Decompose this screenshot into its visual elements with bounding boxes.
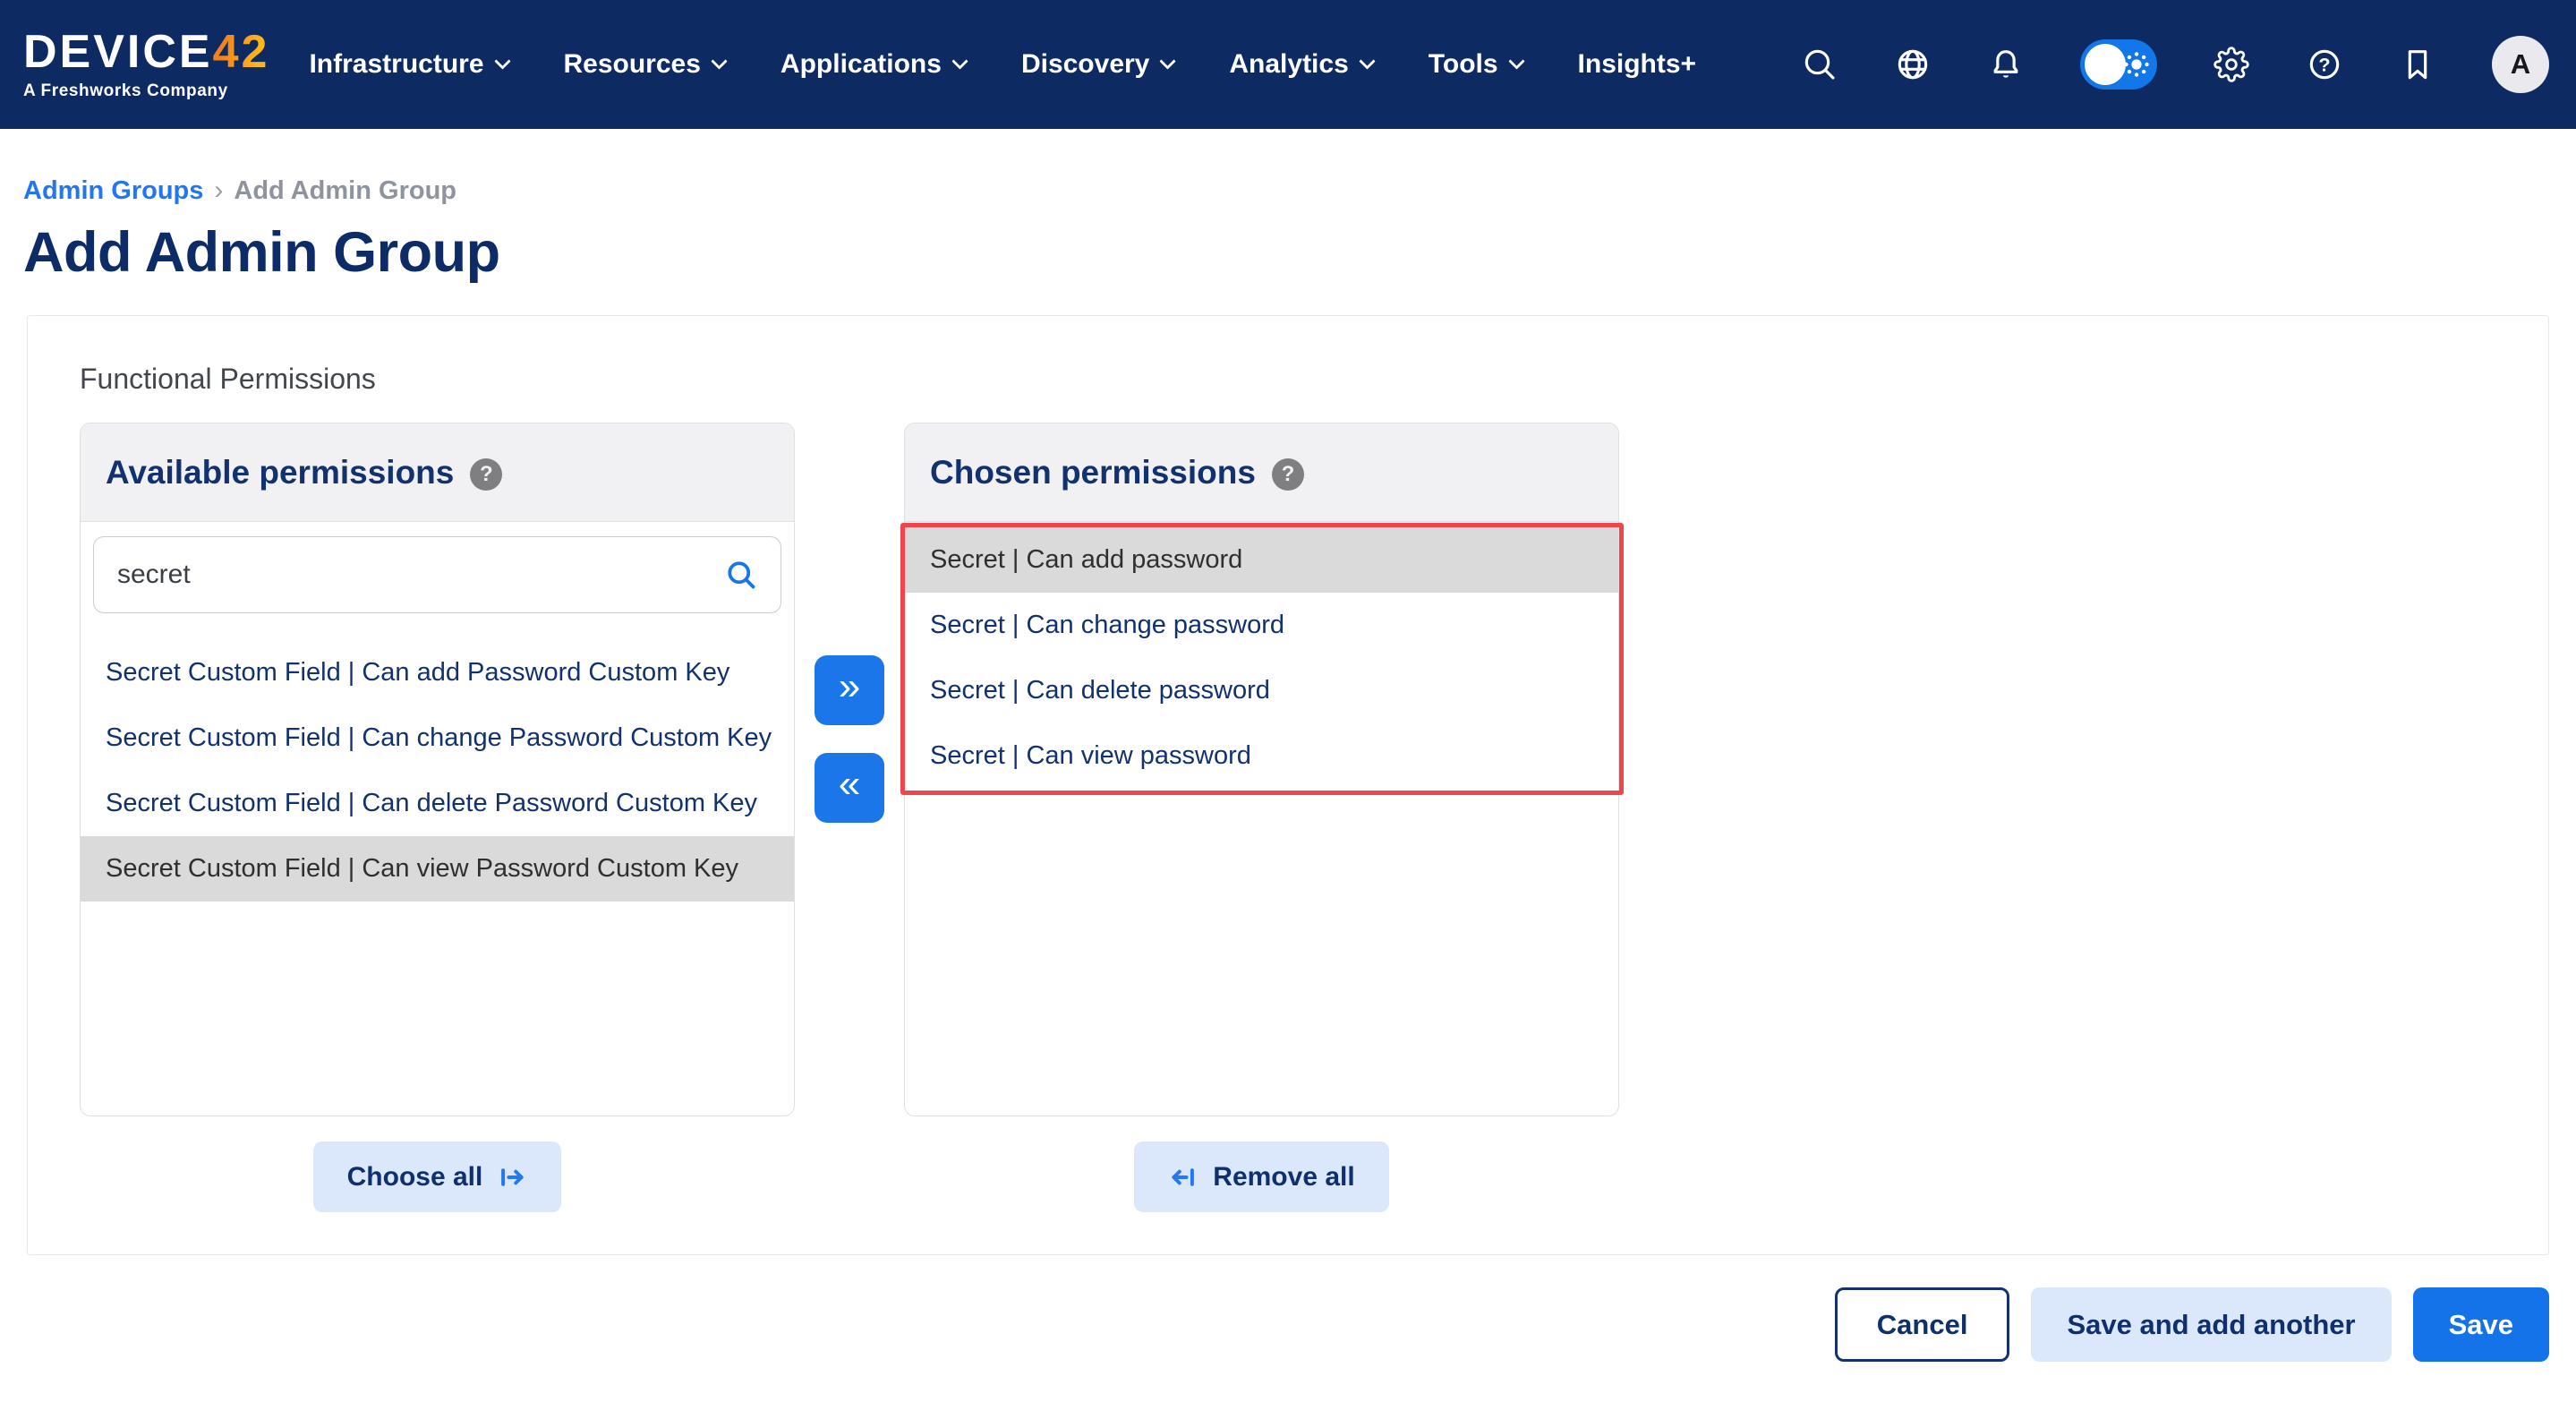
permission-option[interactable]: Secret | Can view password	[905, 723, 1618, 789]
page: DEVICE42 A Freshworks Company Infrastruc…	[0, 0, 2576, 1402]
breadcrumb-link-admin-groups[interactable]: Admin Groups	[23, 176, 203, 206]
menu-item-insights-plus[interactable]: Insights+	[1578, 49, 1697, 80]
menu-label: Infrastructure	[309, 49, 483, 80]
spacer	[795, 1141, 904, 1212]
available-filter-box	[93, 536, 781, 613]
search-icon[interactable]	[1801, 46, 1838, 83]
available-permissions-panel: Available permissions ? Secret Custom Fi…	[80, 423, 795, 1116]
chosen-permissions-panel: Chosen permissions ? Secret | Can add pa…	[904, 423, 1619, 1116]
globe-icon[interactable]	[1894, 46, 1932, 83]
breadcrumb: Admin Groups › Add Admin Group	[23, 175, 2549, 206]
transfer-buttons: » «	[795, 423, 904, 823]
logo-text: DEVICE42	[23, 29, 269, 75]
available-filter-input[interactable]	[117, 560, 725, 590]
search-icon	[725, 559, 757, 591]
main-menu: Infrastructure Resources Applications Di…	[309, 49, 1696, 80]
remove-all-cell: Remove all	[904, 1141, 1619, 1212]
help-icon[interactable]: ?	[470, 458, 502, 491]
main-content: Admin Groups › Add Admin Group Add Admin…	[0, 175, 2576, 1362]
bell-icon[interactable]	[1987, 46, 2025, 83]
chosen-panel-header: Chosen permissions ?	[905, 423, 1618, 522]
save-and-add-another-button[interactable]: Save and add another	[2031, 1287, 2391, 1362]
permission-option[interactable]: Secret Custom Field | Can add Password C…	[81, 640, 794, 705]
chevron-down-icon	[951, 53, 968, 69]
available-permissions-list: Secret Custom Field | Can add Password C…	[81, 640, 794, 902]
save-button[interactable]: Save	[2413, 1287, 2549, 1362]
permission-option[interactable]: Secret | Can delete password	[905, 658, 1618, 723]
choose-all-cell: Choose all	[80, 1141, 795, 1212]
available-panel-header: Available permissions ?	[81, 423, 794, 522]
choose-all-button[interactable]: Choose all	[313, 1141, 562, 1212]
choose-all-label: Choose all	[347, 1162, 483, 1193]
avatar[interactable]: A	[2492, 36, 2549, 93]
menu-item-resources[interactable]: Resources	[564, 49, 725, 80]
bookmark-icon[interactable]	[2399, 46, 2436, 83]
menu-label: Tools	[1429, 49, 1498, 80]
menu-label: Insights+	[1578, 49, 1697, 80]
remove-all-button[interactable]: Remove all	[1134, 1141, 1388, 1212]
top-navbar: DEVICE42 A Freshworks Company Infrastruc…	[0, 0, 2576, 129]
svg-text:?: ?	[2318, 54, 2330, 76]
remove-all-label: Remove all	[1213, 1162, 1354, 1193]
permissions-transfer-widget: Available permissions ? Secret Custom Fi…	[80, 423, 2496, 1116]
theme-toggle[interactable]	[2080, 39, 2157, 90]
form-footer-actions: Cancel Save and add another Save	[23, 1287, 2549, 1362]
menu-label: Applications	[780, 49, 942, 80]
menu-item-infrastructure[interactable]: Infrastructure	[309, 49, 508, 80]
breadcrumb-current: Add Admin Group	[234, 176, 456, 206]
menu-label: Analytics	[1229, 49, 1348, 80]
menu-label: Discovery	[1021, 49, 1149, 80]
menu-label: Resources	[564, 49, 701, 80]
breadcrumb-separator: ›	[214, 175, 223, 206]
menu-item-discovery[interactable]: Discovery	[1021, 49, 1173, 80]
permission-option[interactable]: Secret Custom Field | Can change Passwor…	[81, 705, 794, 771]
toggle-knob	[2085, 44, 2126, 85]
sun-icon	[2121, 49, 2152, 80]
move-selected-right-button[interactable]: »	[815, 655, 884, 725]
menu-item-analytics[interactable]: Analytics	[1229, 49, 1372, 80]
chosen-panel-title: Chosen permissions	[930, 454, 1256, 492]
menu-item-tools[interactable]: Tools	[1429, 49, 1523, 80]
logo-accent-42: 42	[213, 26, 270, 78]
permission-option[interactable]: Secret Custom Field | Can delete Passwor…	[81, 771, 794, 836]
navbar-actions: ? A	[1801, 36, 2549, 93]
chosen-permissions-list: Secret | Can add password Secret | Can c…	[905, 522, 1618, 789]
chevron-down-icon	[1359, 53, 1375, 69]
chevron-down-icon	[1160, 53, 1176, 69]
chevron-down-icon	[711, 53, 727, 69]
device42-logo[interactable]: DEVICE42 A Freshworks Company	[23, 29, 269, 101]
permission-option-selected[interactable]: Secret | Can add password	[905, 527, 1618, 593]
section-title: Functional Permissions	[80, 363, 2496, 396]
bulk-transfer-actions: Choose all Remove all	[80, 1141, 2496, 1212]
menu-item-applications[interactable]: Applications	[780, 49, 966, 80]
arrow-right-from-bar-icon	[497, 1162, 527, 1193]
arrow-left-from-bar-icon	[1168, 1162, 1198, 1193]
chevron-down-icon	[494, 53, 510, 69]
cancel-button[interactable]: Cancel	[1835, 1287, 2010, 1362]
chevron-down-icon	[1508, 53, 1524, 69]
permission-option-selected[interactable]: Secret Custom Field | Can view Password …	[81, 836, 794, 902]
help-icon[interactable]: ?	[1272, 458, 1304, 491]
page-title: Add Admin Group	[23, 220, 2549, 285]
available-panel-title: Available permissions	[106, 454, 454, 492]
move-selected-left-button[interactable]: «	[815, 753, 884, 823]
logo-tagline: A Freshworks Company	[23, 81, 269, 101]
gear-icon[interactable]	[2213, 46, 2250, 83]
functional-permissions-card: Functional Permissions Available permiss…	[27, 315, 2549, 1255]
permission-option[interactable]: Secret | Can change password	[905, 593, 1618, 658]
help-icon[interactable]: ?	[2306, 46, 2343, 83]
